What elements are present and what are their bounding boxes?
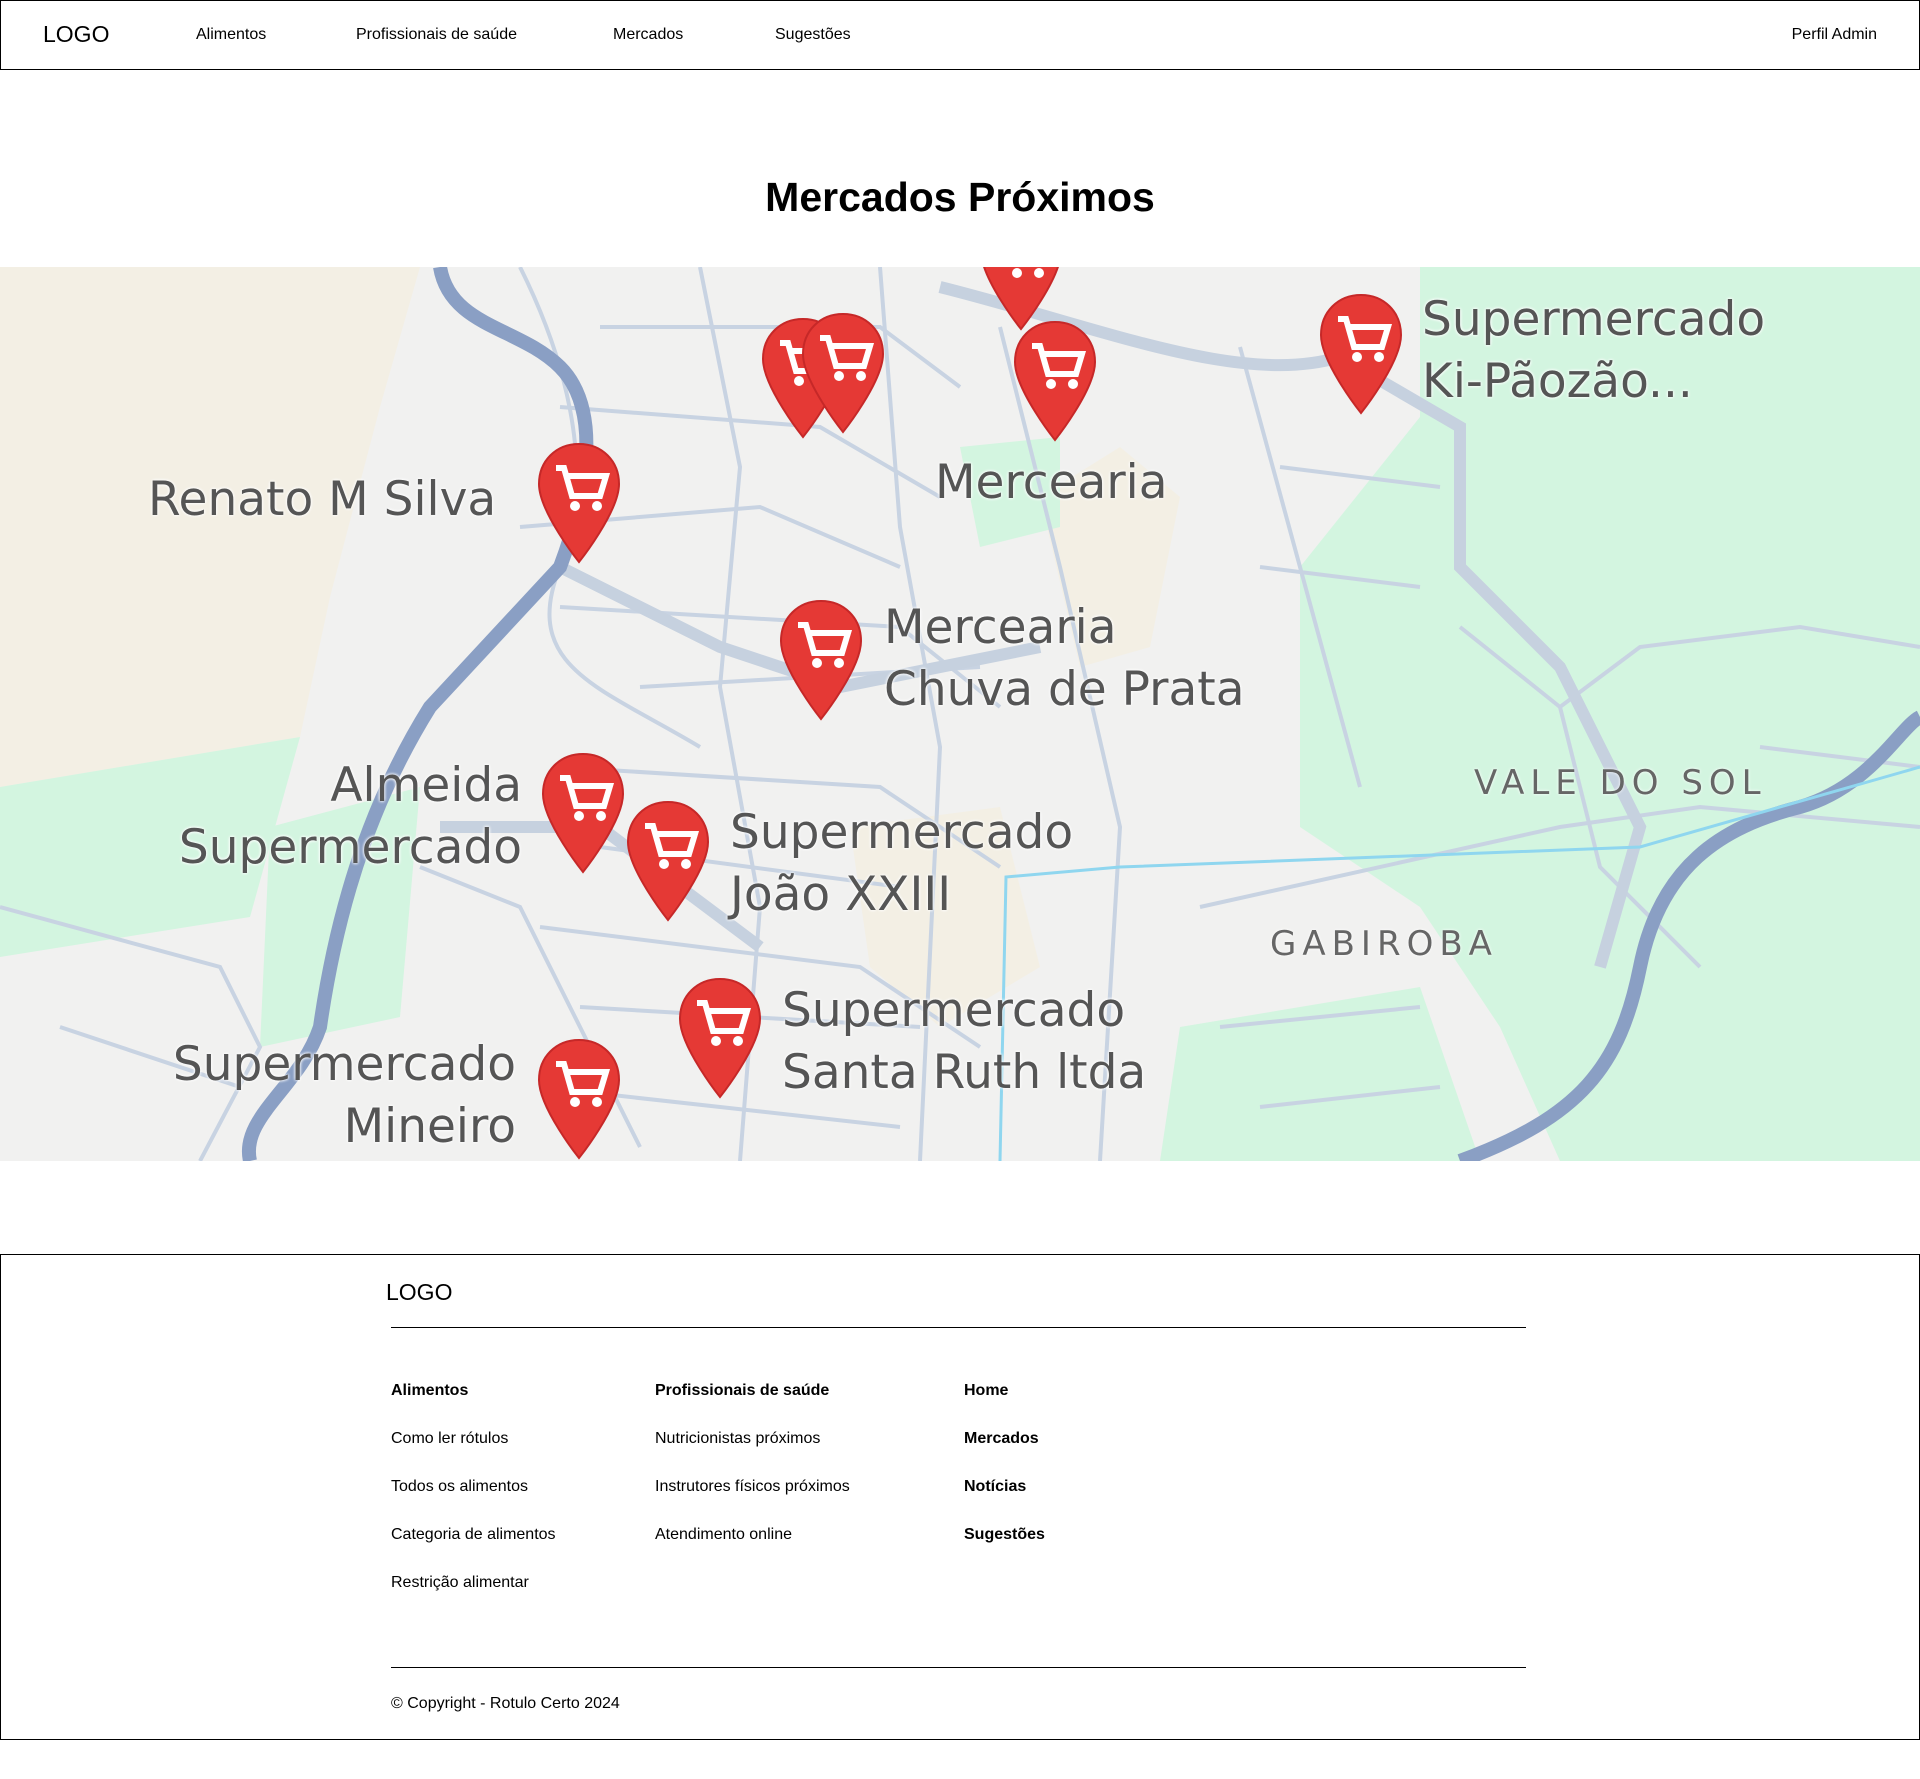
footer-heading-alimentos[interactable]: Alimentos — [391, 1381, 556, 1429]
area-label: VALE DO SOL — [1474, 763, 1767, 803]
shopping-cart-pin-icon — [1319, 293, 1403, 415]
marker-label[interactable]: Supermercado Santa Ruth ltda — [782, 980, 1146, 1104]
footer-link[interactable]: Todos os alimentos — [391, 1477, 556, 1525]
footer-column-profissionais: Profissionais de saúde Nutricionistas pr… — [655, 1381, 850, 1573]
marker-label[interactable]: Supermercado Ki-Pãozão... — [1422, 289, 1765, 413]
marker-label[interactable]: Supermercado João XXIII — [730, 802, 1073, 926]
market-pin[interactable] — [1012, 320, 1098, 444]
market-pin[interactable] — [536, 1038, 622, 1161]
footer-link[interactable]: Como ler rótulos — [391, 1429, 556, 1477]
shopping-cart-pin-icon — [537, 1038, 621, 1160]
footer-divider — [391, 1667, 1526, 1668]
shopping-cart-pin-icon — [1013, 320, 1097, 442]
marker-label[interactable]: Mercearia Chuva de Prata — [884, 597, 1245, 721]
market-pin[interactable] — [800, 312, 886, 436]
area-label: GABIROBA — [1270, 924, 1498, 964]
shopping-cart-pin-icon — [801, 312, 885, 434]
market-pin[interactable] — [536, 442, 622, 566]
page-title: Mercados Próximos — [765, 174, 1155, 220]
nav-item-sugestoes[interactable]: Sugestões — [775, 26, 851, 44]
footer-heading-profissionais[interactable]: Profissionais de saúde — [655, 1381, 850, 1429]
footer-link[interactable]: Categoria de alimentos — [391, 1525, 556, 1573]
shopping-cart-pin-icon — [678, 977, 762, 1099]
top-navbar: LOGO Alimentos Profissionais de saúde Me… — [0, 0, 1920, 70]
footer-link[interactable]: Atendimento online — [655, 1525, 850, 1573]
marker-label[interactable]: Mercearia — [935, 452, 1168, 514]
header-logo[interactable]: LOGO — [43, 21, 109, 48]
footer-link[interactable]: Instrutores físicos próximos — [655, 1477, 850, 1525]
shopping-cart-pin-icon — [779, 599, 863, 721]
footer-column-alimentos: Alimentos Como ler rótulos Todos os alim… — [391, 1381, 556, 1621]
shopping-cart-pin-icon — [537, 442, 621, 564]
marker-label[interactable]: Supermercado Mineiro — [150, 1034, 516, 1158]
market-pin[interactable] — [677, 977, 763, 1101]
footer-link-sugestoes[interactable]: Sugestões — [964, 1525, 1045, 1573]
shopping-cart-pin-icon — [541, 752, 625, 874]
nav-item-alimentos[interactable]: Alimentos — [196, 26, 266, 44]
market-pin[interactable] — [625, 800, 711, 924]
market-pin[interactable] — [540, 752, 626, 876]
footer-column-home: Home Mercados Notícias Sugestões — [964, 1381, 1045, 1573]
nav-item-profissionais[interactable]: Profissionais de saúde — [356, 26, 517, 44]
footer-link[interactable]: Restrição alimentar — [391, 1573, 556, 1621]
marker-label[interactable]: Almeida Supermercado — [160, 755, 522, 879]
footer-link[interactable]: Nutricionistas próximos — [655, 1429, 850, 1477]
market-pin[interactable] — [778, 599, 864, 723]
profile-link[interactable]: Perfil Admin — [1792, 26, 1877, 44]
footer-logo[interactable]: LOGO — [386, 1279, 452, 1306]
copyright-text: © Copyright - Rotulo Certo 2024 — [391, 1695, 620, 1712]
market-map[interactable]: Supermercado Ki-Pãozão... Mercearia Rena… — [0, 267, 1920, 1161]
shopping-cart-pin-icon — [626, 800, 710, 922]
footer-divider — [391, 1327, 1526, 1328]
footer-link-noticias[interactable]: Notícias — [964, 1477, 1045, 1525]
marker-label[interactable]: Renato M Silva — [148, 469, 496, 531]
nav-item-mercados[interactable]: Mercados — [613, 26, 683, 44]
footer-link-mercados[interactable]: Mercados — [964, 1429, 1045, 1477]
footer-link-home[interactable]: Home — [964, 1381, 1045, 1429]
footer: LOGO Alimentos Como ler rótulos Todos os… — [0, 1254, 1920, 1740]
market-pin[interactable] — [1318, 293, 1404, 417]
